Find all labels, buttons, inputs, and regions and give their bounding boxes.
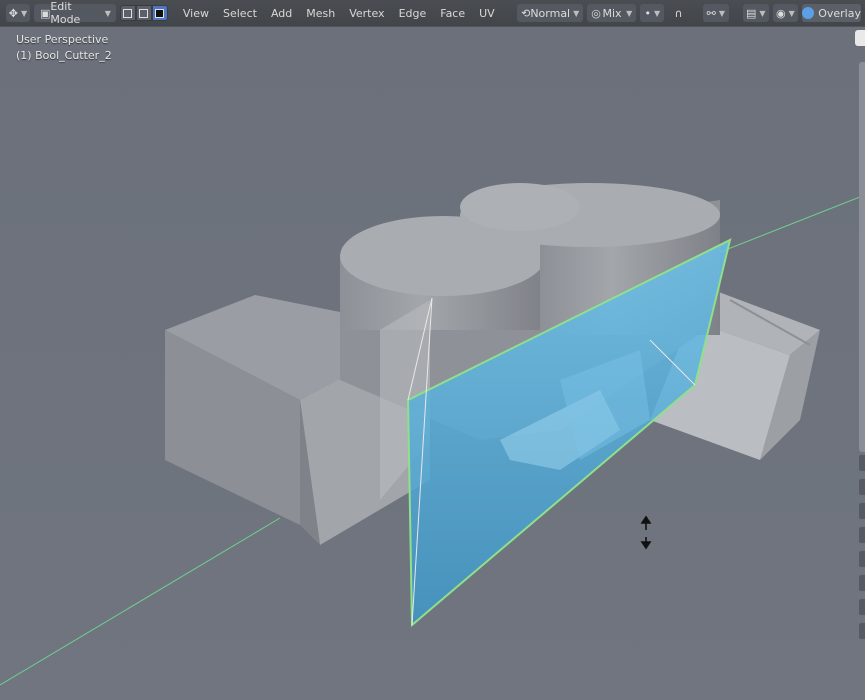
menu-view[interactable]: View	[176, 7, 216, 20]
vertex-select-icon[interactable]	[119, 5, 136, 21]
menu-edge[interactable]: Edge	[392, 7, 434, 20]
menu-select[interactable]: Select	[216, 7, 264, 20]
link-button[interactable]: ⚯ ▼	[703, 4, 729, 22]
header-menus: View Select Add Mesh Vertex Edge Face UV	[176, 0, 502, 26]
pivot-dropdown[interactable]: ◎ Mix ▼	[587, 4, 637, 22]
proportional-falloff-icon: ∩	[674, 6, 683, 20]
transform-gizmo-icon: ✥	[8, 6, 18, 20]
menu-add[interactable]: Add	[264, 7, 299, 20]
menu-face[interactable]: Face	[433, 7, 472, 20]
collection-visibility-button[interactable]: ▤ ▼	[742, 4, 769, 22]
editor-type-button[interactable]: ✥ ▼	[6, 4, 30, 22]
snap-icon: •	[644, 6, 651, 20]
select-mode-group	[119, 5, 168, 21]
3d-viewport[interactable]	[0, 0, 865, 700]
perspective-label: User Perspective	[16, 33, 109, 46]
face-select-icon[interactable]	[151, 5, 168, 21]
box-icon: ▤	[745, 6, 757, 20]
menu-mesh[interactable]: Mesh	[299, 7, 342, 20]
edit-mode-icon: ▣	[39, 6, 51, 20]
overlay-button[interactable]: Overlay	[802, 4, 861, 22]
link-icon: ⚯	[706, 6, 716, 20]
overlay-icon	[802, 7, 815, 19]
menu-vertex[interactable]: Vertex	[342, 7, 391, 20]
proportional-toggle[interactable]: ∩	[668, 4, 689, 22]
orientation-label: Normal	[530, 6, 571, 20]
active-object-label: (1) Bool_Cutter_2	[16, 49, 112, 62]
mode-dropdown[interactable]: ▣ Edit Mode ▼	[33, 0, 116, 26]
tool-button[interactable]	[859, 455, 865, 471]
tool-button[interactable]	[859, 479, 865, 495]
viewport-header: ✥ ▼ ▣ Edit Mode ▼ View Select Add Mesh Ve…	[0, 0, 865, 26]
eye-icon: ◉	[776, 6, 786, 20]
overlay-label: Overlay	[818, 6, 861, 20]
visibility-button[interactable]: ◉ ▼	[772, 4, 799, 22]
snap-toggle[interactable]: • ▼	[640, 4, 665, 22]
edge-select-icon[interactable]	[135, 5, 152, 21]
sidebar-scrollbar[interactable]	[859, 62, 865, 452]
pivot-icon: ◎	[591, 6, 601, 20]
viewport-info: User Perspective (1) Bool_Cutter_2	[16, 32, 112, 64]
toolbar-right	[857, 455, 865, 685]
tool-button[interactable]	[859, 623, 865, 639]
tool-button[interactable]	[859, 551, 865, 567]
orientation-icon: ⟲	[521, 6, 531, 20]
tool-button[interactable]	[859, 599, 865, 615]
pivot-label: Mix	[602, 6, 622, 20]
navigation-gizmo-edge[interactable]	[855, 30, 865, 46]
tool-button[interactable]	[859, 575, 865, 591]
orientation-dropdown[interactable]: ⟲ Normal ▼	[517, 4, 584, 22]
mode-label: Edit Mode	[50, 0, 81, 26]
tool-button[interactable]	[859, 503, 865, 519]
menu-uv[interactable]: UV	[472, 7, 502, 20]
tool-button[interactable]	[859, 527, 865, 543]
